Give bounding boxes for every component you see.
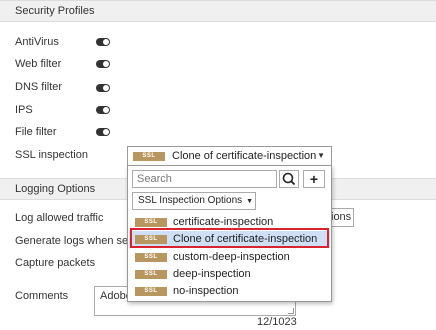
option-label: deep-inspection [173, 268, 251, 280]
ssl-badge-icon: SSL [135, 253, 167, 262]
search-input[interactable] [132, 170, 277, 188]
ssl-selected-value: Clone of certificate-inspection [172, 150, 317, 162]
antivirus-toggle[interactable] [96, 38, 110, 46]
option-label: no-inspection [173, 285, 239, 297]
ssl-inspection-select[interactable]: SSL Clone of certificate-inspection ▼ [127, 146, 332, 166]
chevron-down-icon: ▼ [317, 151, 325, 160]
antivirus-label: AntiVirus [15, 36, 59, 48]
log-allowed-traffic-label: Log allowed traffic [15, 212, 104, 224]
security-profiles-header: Security Profiles [0, 0, 436, 22]
ssl-badge-icon: SSL [135, 270, 167, 279]
web-filter-label: Web filter [15, 58, 62, 70]
option-no-inspection[interactable]: SSL no-inspection [129, 283, 330, 300]
option-label: certificate-inspection [173, 216, 274, 228]
log-allowed-traffic-value: ions [331, 211, 352, 223]
search-icon [282, 172, 296, 186]
ssl-badge-icon: SSL [135, 287, 167, 296]
file-filter-toggle[interactable] [96, 128, 110, 136]
caret-down-icon: ▼ [246, 198, 254, 205]
option-custom-deep-inspection[interactable]: SSL custom-deep-inspection [129, 249, 330, 266]
resize-grip-icon[interactable] [288, 308, 294, 314]
option-label: custom-deep-inspection [173, 251, 290, 263]
file-filter-label: File filter [15, 126, 57, 138]
ssl-badge-icon: SSL [133, 152, 165, 161]
ssl-inspection-options-button[interactable]: SSL Inspection Options ▼ [132, 192, 256, 210]
option-deep-inspection[interactable]: SSL deep-inspection [129, 266, 330, 283]
search-button[interactable] [279, 170, 299, 188]
generate-logs-label: Generate logs when sessi [15, 235, 142, 247]
capture-packets-label: Capture packets [15, 257, 96, 269]
ssl-inspection-label: SSL inspection [15, 149, 88, 161]
highlight-frame [130, 228, 329, 248]
comments-counter: 12/1023 [257, 316, 297, 328]
dns-filter-toggle[interactable] [96, 84, 110, 92]
ssl-badge-icon: SSL [135, 218, 167, 227]
comments-label: Comments [15, 290, 69, 302]
ips-toggle[interactable] [96, 106, 110, 114]
ips-label: IPS [15, 104, 33, 116]
add-profile-button[interactable]: + [303, 170, 325, 188]
dns-filter-label: DNS filter [15, 81, 63, 93]
ssl-inspection-options-label: SSL Inspection Options [138, 195, 243, 206]
web-filter-toggle[interactable] [96, 60, 110, 68]
